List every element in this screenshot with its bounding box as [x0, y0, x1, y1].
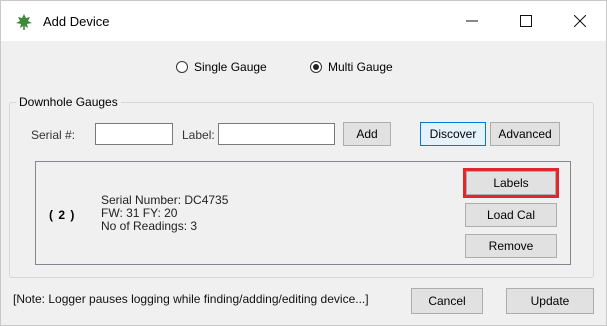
- label-input[interactable]: [218, 123, 335, 145]
- multi-gauge-option[interactable]: Multi Gauge: [310, 58, 393, 76]
- device-readings: No of Readings: 3: [101, 219, 198, 233]
- window-title: Add Device: [43, 14, 110, 29]
- add-device-dialog: Add Device Single Gauge Multi Gauge Down…: [0, 0, 607, 326]
- update-button[interactable]: Update: [506, 288, 594, 314]
- minimize-button[interactable]: [449, 1, 495, 41]
- cancel-button[interactable]: Cancel: [411, 288, 483, 314]
- advanced-button[interactable]: Advanced: [490, 122, 560, 146]
- single-gauge-option[interactable]: Single Gauge: [176, 58, 267, 76]
- device-index: ( 2 ): [49, 208, 76, 222]
- load-cal-button[interactable]: Load Cal: [465, 203, 557, 227]
- multi-gauge-label: Multi Gauge: [328, 60, 393, 74]
- minimize-icon: [466, 20, 478, 22]
- close-button[interactable]: [557, 1, 603, 41]
- leaf-app-icon: [16, 14, 32, 30]
- device-info: Serial Number: DC4735 FW: 31 FY: 20 No o…: [101, 194, 228, 233]
- discover-button[interactable]: Discover: [420, 122, 486, 146]
- close-icon: [574, 15, 586, 27]
- title-bar[interactable]: Add Device: [1, 1, 606, 41]
- single-gauge-label: Single Gauge: [194, 60, 267, 74]
- logging-note: [Note: Logger pauses logging while findi…: [13, 292, 369, 306]
- label-label: Label:: [182, 128, 215, 142]
- maximize-icon: [520, 15, 532, 27]
- group-title: Downhole Gauges: [16, 95, 121, 109]
- maximize-button[interactable]: [503, 1, 549, 41]
- add-button[interactable]: Add: [343, 122, 391, 146]
- remove-button[interactable]: Remove: [465, 234, 557, 258]
- multi-gauge-radio[interactable]: [310, 61, 322, 73]
- serial-input[interactable]: [95, 123, 173, 145]
- labels-button[interactable]: Labels: [463, 168, 559, 198]
- serial-label: Serial #:: [31, 128, 76, 142]
- single-gauge-radio[interactable]: [176, 61, 188, 73]
